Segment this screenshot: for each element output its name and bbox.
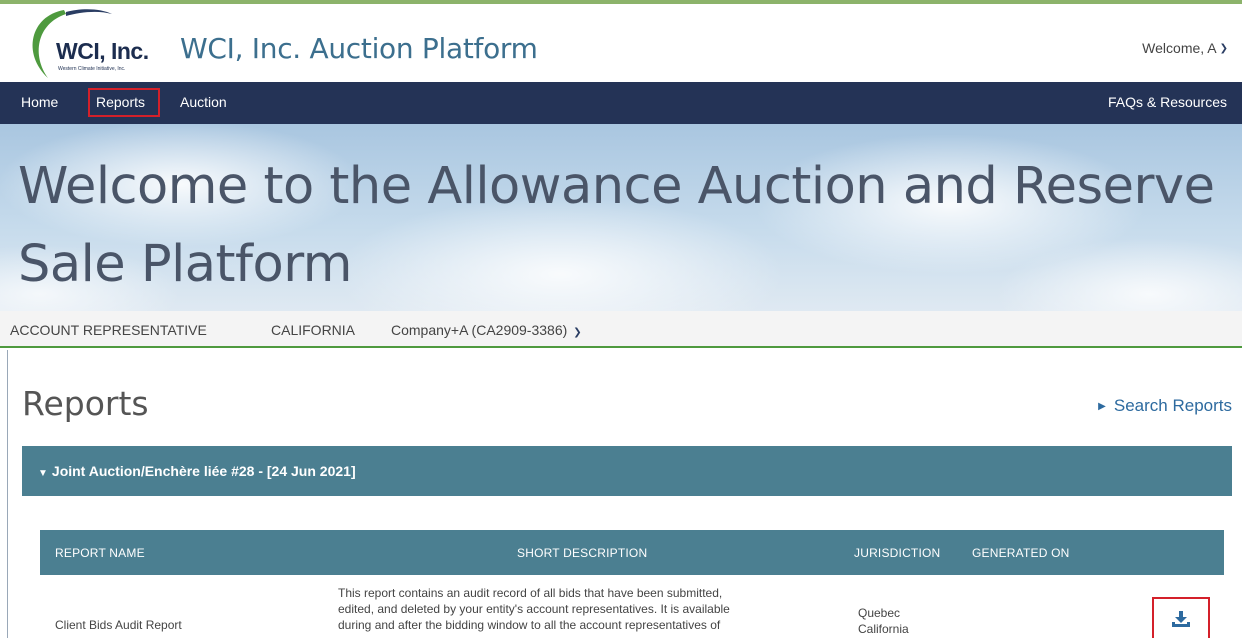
- welcome-text: Welcome, A: [1142, 40, 1217, 56]
- report-jurisdictions: Quebec California: [858, 605, 909, 637]
- chevron-down-icon: ❯: [573, 327, 582, 338]
- column-header-jurisdiction: JURISDICTION: [854, 546, 941, 560]
- column-header-report-name: REPORT NAME: [55, 546, 145, 560]
- wci-logo[interactable]: WCI, Inc. Western Climate Initiative, In…: [20, 6, 154, 82]
- table-row: Client Bids Audit Report This report con…: [40, 575, 1224, 638]
- context-bar: ACCOUNT REPRESENTATIVE CALIFORNIA Compan…: [0, 311, 1242, 348]
- report-name[interactable]: Client Bids Audit Report: [55, 617, 182, 633]
- reports-table-header: REPORT NAME SHORT DESCRIPTION JURISDICTI…: [40, 530, 1224, 575]
- site-header: WCI, Inc. Western Climate Initiative, In…: [0, 4, 1242, 82]
- triangle-down-icon: ▼: [38, 468, 48, 479]
- company-label: Company+A (CA2909-3386): [391, 322, 568, 338]
- nav-reports[interactable]: Reports: [96, 94, 145, 110]
- description-line: during and after the bidding window to a…: [338, 618, 721, 632]
- content-left-border: [7, 350, 8, 638]
- logo-text: WCI, Inc.: [56, 38, 149, 64]
- page-title: Reports: [22, 384, 149, 423]
- role-label: ACCOUNT REPRESENTATIVE: [10, 322, 207, 338]
- app-title: WCI, Inc. Auction Platform: [180, 32, 538, 65]
- search-reports-label: Search Reports: [1113, 396, 1232, 415]
- jurisdiction-quebec: Quebec: [858, 606, 901, 620]
- auction-group-header[interactable]: ▼ Joint Auction/Enchère liée #28 - [24 Ju…: [22, 446, 1232, 496]
- search-reports-link[interactable]: ▶ Search Reports: [1098, 396, 1232, 416]
- description-line: This report contains an audit record of …: [338, 586, 723, 600]
- logo-subtext: Western Climate Initiative, Inc.: [58, 66, 126, 72]
- download-icon[interactable]: [1171, 610, 1191, 628]
- jurisdiction-label: CALIFORNIA: [271, 322, 356, 338]
- nav-faqs-resources[interactable]: FAQs & Resources: [1108, 94, 1227, 110]
- nav-auction[interactable]: Auction: [180, 94, 227, 110]
- main-navbar: Home Reports Auction FAQs & Resources: [0, 82, 1242, 124]
- download-highlight-box: [1152, 597, 1210, 638]
- hero-title: Welcome to the Allowance Auction and Res…: [18, 157, 1215, 294]
- report-description: This report contains an audit record of …: [338, 585, 838, 633]
- column-header-short-description: SHORT DESCRIPTION: [517, 546, 648, 560]
- auction-group-title: Joint Auction/Enchère liée #28 - [24 Jun…: [51, 463, 356, 479]
- nav-home[interactable]: Home: [21, 94, 58, 110]
- hero-banner: Welcome to the Allowance Auction and Res…: [0, 124, 1242, 311]
- column-header-generated-on: GENERATED ON: [972, 546, 1070, 560]
- description-line: edited, and deleted by your entity's acc…: [338, 602, 730, 616]
- auction-group-label: ▼ Joint Auction/Enchère liée #28 - [24 Ju…: [38, 463, 356, 479]
- user-menu[interactable]: Welcome, A ❯: [1142, 40, 1228, 56]
- triangle-right-icon: ▶: [1098, 400, 1106, 412]
- company-selector[interactable]: Company+A (CA2909-3386) ❯: [391, 322, 582, 338]
- chevron-down-icon: ❯: [1219, 42, 1228, 54]
- jurisdiction-california: California: [858, 622, 909, 636]
